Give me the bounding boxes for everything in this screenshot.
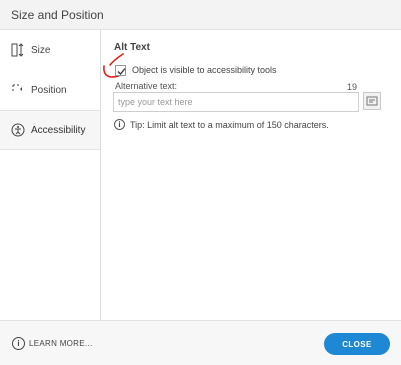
alt-text-generate-button[interactable] <box>363 92 381 110</box>
visible-checkbox[interactable] <box>115 64 126 76</box>
visible-checkbox-label: Object is visible to accessibility tools <box>132 65 277 75</box>
accessibility-panel: Alt Text Object is visible to accessibil… <box>101 30 401 320</box>
close-button[interactable]: CLOSE <box>324 333 390 355</box>
tip: i Tip: Limit alt text to a maximum of 15… <box>114 119 329 130</box>
position-icon <box>11 83 25 97</box>
tip-text: Tip: Limit alt text to a maximum of 150 … <box>130 119 329 130</box>
dialog-footer: i LEARN MORE... CLOSE <box>0 320 401 365</box>
learn-more-label: LEARN MORE... <box>29 339 93 348</box>
learn-more-link[interactable]: i LEARN MORE... <box>12 337 92 350</box>
alt-text-label: Alternative text: <box>115 81 178 91</box>
alt-text-char-count: 19 <box>347 82 358 92</box>
info-icon: i <box>12 337 25 350</box>
image-text-icon <box>366 96 378 106</box>
info-icon: i <box>114 119 125 130</box>
section-title: Alt Text <box>114 42 150 53</box>
sidebar: Size Position Accessibility <box>0 30 101 320</box>
sidebar-item-label: Size <box>31 44 51 56</box>
visible-checkbox-row[interactable]: Object is visible to accessibility tools <box>115 63 277 77</box>
dialog-header: Size and Position <box>0 0 401 30</box>
sidebar-item-accessibility[interactable]: Accessibility <box>0 110 100 150</box>
resize-vertical-icon <box>11 43 25 57</box>
alt-text-input[interactable] <box>113 92 359 112</box>
sidebar-item-label: Accessibility <box>31 124 86 136</box>
sidebar-item-position[interactable]: Position <box>0 70 100 110</box>
sidebar-item-label: Position <box>31 84 67 96</box>
accessibility-icon <box>11 123 25 137</box>
checkmark-icon <box>117 67 126 75</box>
dialog-title: Size and Position <box>11 8 104 22</box>
sidebar-item-size[interactable]: Size <box>0 30 100 70</box>
